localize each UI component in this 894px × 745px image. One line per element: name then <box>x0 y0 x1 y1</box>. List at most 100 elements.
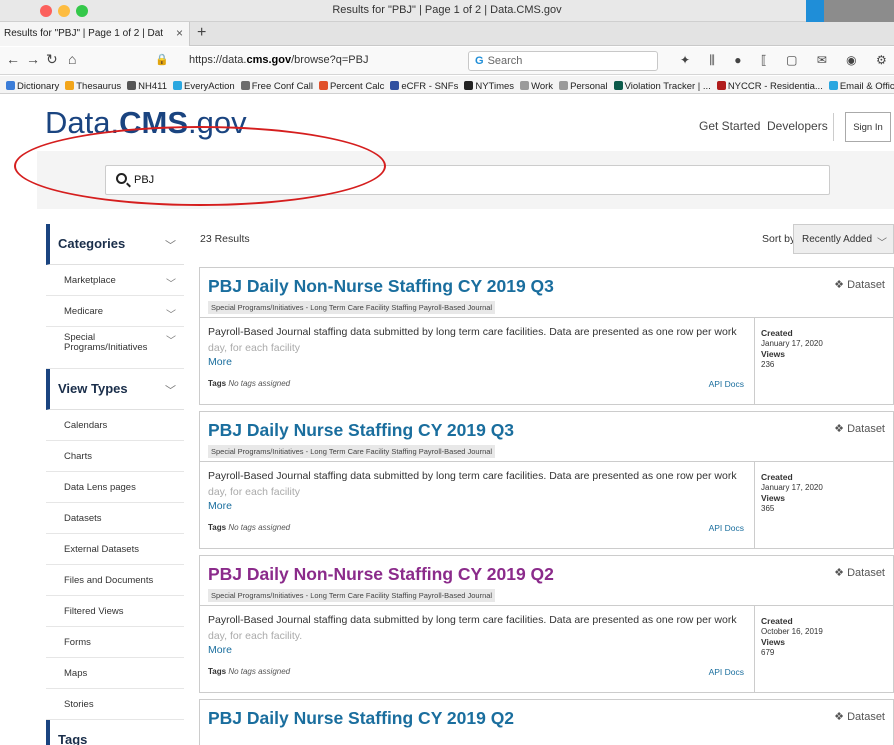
bookmark-item[interactable]: Email & Office <box>828 81 894 92</box>
tags-row: Tags No tags assigned <box>208 523 291 532</box>
sidebar-item-label: Files and Documents <box>64 575 154 586</box>
result-card: PBJ Daily Non-Nurse Staffing CY 2019 Q3 S… <box>199 267 894 405</box>
bookmark-item[interactable]: EveryAction <box>173 81 235 92</box>
category-badge[interactable]: Special Programs/Initiatives - Long Term… <box>208 589 496 602</box>
browser-search-placeholder: Search <box>487 55 523 67</box>
bookmark-item[interactable]: Free Conf Call <box>240 81 313 92</box>
bookmark-label: NH411 <box>138 81 168 92</box>
dataset-icon: ❖ <box>834 279 848 291</box>
bookmark-item[interactable]: NYTimes <box>464 81 514 92</box>
card-body: Payroll-Based Journal staffing data subm… <box>200 606 893 692</box>
bookmark-item[interactable]: Thesaurus <box>65 81 121 92</box>
result-title-link[interactable]: PBJ Daily Nurse Staffing CY 2019 Q2 <box>208 708 893 729</box>
browser-search-input[interactable]: G Search <box>468 51 658 71</box>
sidebar: Categories ﹀ Marketplace ﹀ Medicare ﹀ Speci… <box>46 224 184 745</box>
sidebar-item-label: Calendars <box>64 420 108 431</box>
more-link[interactable]: More <box>208 644 232 656</box>
sidebar-item-view-type[interactable]: Forms <box>46 627 184 658</box>
bookmark-label: Work <box>531 81 554 92</box>
result-title-link[interactable]: PBJ Daily Nurse Staffing CY 2019 Q3 <box>208 420 893 441</box>
back-icon[interactable]: ← <box>6 51 20 67</box>
result-card: PBJ Daily Non-Nurse Staffing CY 2019 Q2 S… <box>199 555 894 693</box>
sidebar-item-special-programs[interactable]: Special Programs/Initiatives ﹀ <box>46 327 184 369</box>
sidebar-item-view-type[interactable]: Datasets <box>46 503 184 534</box>
result-title-link[interactable]: PBJ Daily Non-Nurse Staffing CY 2019 Q2 <box>208 564 893 585</box>
sidebar-item-view-type[interactable]: Stories <box>46 689 184 720</box>
sort-label: Sort by <box>762 233 796 245</box>
desktop-corner-blue <box>806 0 824 22</box>
bookmark-label: NYTimes <box>475 81 515 92</box>
sidebar-item-label: Datasets <box>64 513 102 524</box>
annotation-oval <box>14 126 386 206</box>
bookmark-item[interactable]: Work <box>520 81 553 92</box>
chevron-down-icon: ﹀ <box>165 385 176 397</box>
sidebar-item-view-type[interactable]: Maps <box>46 658 184 689</box>
sidebar-item-label: Maps <box>64 668 88 679</box>
sidebar-item-medicare[interactable]: Medicare ﹀ <box>46 296 184 327</box>
result-description: Payroll-Based Journal staffing data subm… <box>208 614 737 642</box>
sidebar-item-view-type[interactable]: Filtered Views <box>46 596 184 627</box>
bookmark-icon <box>559 81 569 90</box>
reload-icon[interactable]: ↻ <box>46 51 58 68</box>
api-docs-link[interactable]: API Docs <box>709 523 744 533</box>
bookmark-item[interactable]: eCFR - SNFs <box>390 81 458 92</box>
home-icon[interactable]: ⌂ <box>68 51 76 67</box>
bookmark-item[interactable]: Percent Calc <box>318 81 385 92</box>
sidebar-item-view-type[interactable]: External Datasets <box>46 534 184 565</box>
sidebar-item-label: Special Programs/Initiatives <box>64 332 148 353</box>
sidebar-item-label: External Datasets <box>64 544 139 555</box>
close-tab-icon[interactable]: × <box>176 26 183 40</box>
result-card: PBJ Daily Nurse Staffing CY 2019 Q3 Speci… <box>199 411 894 549</box>
sidebar-group-view-types[interactable]: View Types ﹀ <box>46 369 184 410</box>
bookmark-item[interactable]: Violation Tracker | ... <box>613 81 711 92</box>
api-docs-link[interactable]: API Docs <box>709 667 744 677</box>
sign-in-button[interactable]: Sign In <box>845 112 891 142</box>
bookmark-icon <box>127 81 137 90</box>
sidebar-group-tags[interactable]: Tags <box>46 720 184 745</box>
bookmark-icon <box>240 81 250 90</box>
sidebar-item-marketplace[interactable]: Marketplace ﹀ <box>46 265 184 296</box>
browser-tab-active[interactable]: Results for "PBJ" | Page 1 of 2 | Dat × <box>0 22 190 46</box>
bookmark-item[interactable]: NH411 <box>127 81 167 92</box>
result-description: Payroll-Based Journal staffing data subm… <box>208 470 737 498</box>
tags-row: Tags No tags assigned <box>208 379 291 388</box>
navigation-toolbar: ← → ↻ ⌂ 🔒 https://data.cms.gov/browse?q=… <box>0 47 894 75</box>
toolbar-icons[interactable]: ✦ ⫼ ● ⟦ ▢ ✉ ◉ ⚙ ☰ <box>680 53 890 68</box>
sidebar-item-view-type[interactable]: Files and Documents <box>46 565 184 596</box>
bookmark-label: Email & Office <box>839 81 894 92</box>
bookmark-item[interactable]: Dictionary <box>6 81 59 92</box>
tab-bar: Results for "PBJ" | Page 1 of 2 | Dat × … <box>0 22 894 46</box>
more-link[interactable]: More <box>208 356 232 368</box>
card-body: Payroll-Based Journal staffing data subm… <box>200 318 893 404</box>
bookmark-icon <box>828 81 838 90</box>
sidebar-item-label: Forms <box>64 637 91 648</box>
sidebar-item-view-type[interactable]: Calendars <box>46 410 184 441</box>
result-title-link[interactable]: PBJ Daily Non-Nurse Staffing CY 2019 Q3 <box>208 276 893 297</box>
url-bar[interactable]: https://data.cms.gov/browse?q=PBJ <box>185 51 460 71</box>
category-badge[interactable]: Special Programs/Initiatives - Long Term… <box>208 301 496 314</box>
card-header: PBJ Daily Nurse Staffing CY 2019 Q3 Speci… <box>200 412 893 462</box>
bookmark-item[interactable]: Personal <box>559 81 608 92</box>
bookmark-item[interactable]: NYCCR - Residentia... <box>716 81 823 92</box>
more-link[interactable]: More <box>208 500 232 512</box>
header-divider <box>833 113 834 141</box>
developers-link[interactable]: Developers <box>767 119 828 133</box>
bookmark-label: Violation Tracker | ... <box>624 81 711 92</box>
dataset-type-label: ❖ Dataset <box>834 711 885 723</box>
sidebar-group-categories[interactable]: Categories ﹀ <box>46 224 184 265</box>
get-started-link[interactable]: Get Started <box>699 119 760 133</box>
browser-tab-label: Results for "PBJ" | Page 1 of 2 | Dat <box>4 28 164 39</box>
new-tab-button[interactable]: + <box>197 24 206 42</box>
category-badge[interactable]: Special Programs/Initiatives - Long Term… <box>208 445 496 458</box>
bookmark-label: Dictionary <box>17 81 60 92</box>
forward-icon[interactable]: → <box>26 51 40 67</box>
card-content: Payroll-Based Journal staffing data subm… <box>200 606 755 692</box>
dataset-type-label: ❖ Dataset <box>834 423 885 435</box>
api-docs-link[interactable]: API Docs <box>709 379 744 389</box>
bookmark-label: Percent Calc <box>329 81 385 92</box>
chevron-down-icon: ﹀ <box>166 336 176 347</box>
results-count: 23 Results <box>200 233 250 245</box>
sort-select[interactable]: Recently Added ﹀ <box>793 224 894 254</box>
sidebar-item-view-type[interactable]: Data Lens pages <box>46 472 184 503</box>
sidebar-item-view-type[interactable]: Charts <box>46 441 184 472</box>
